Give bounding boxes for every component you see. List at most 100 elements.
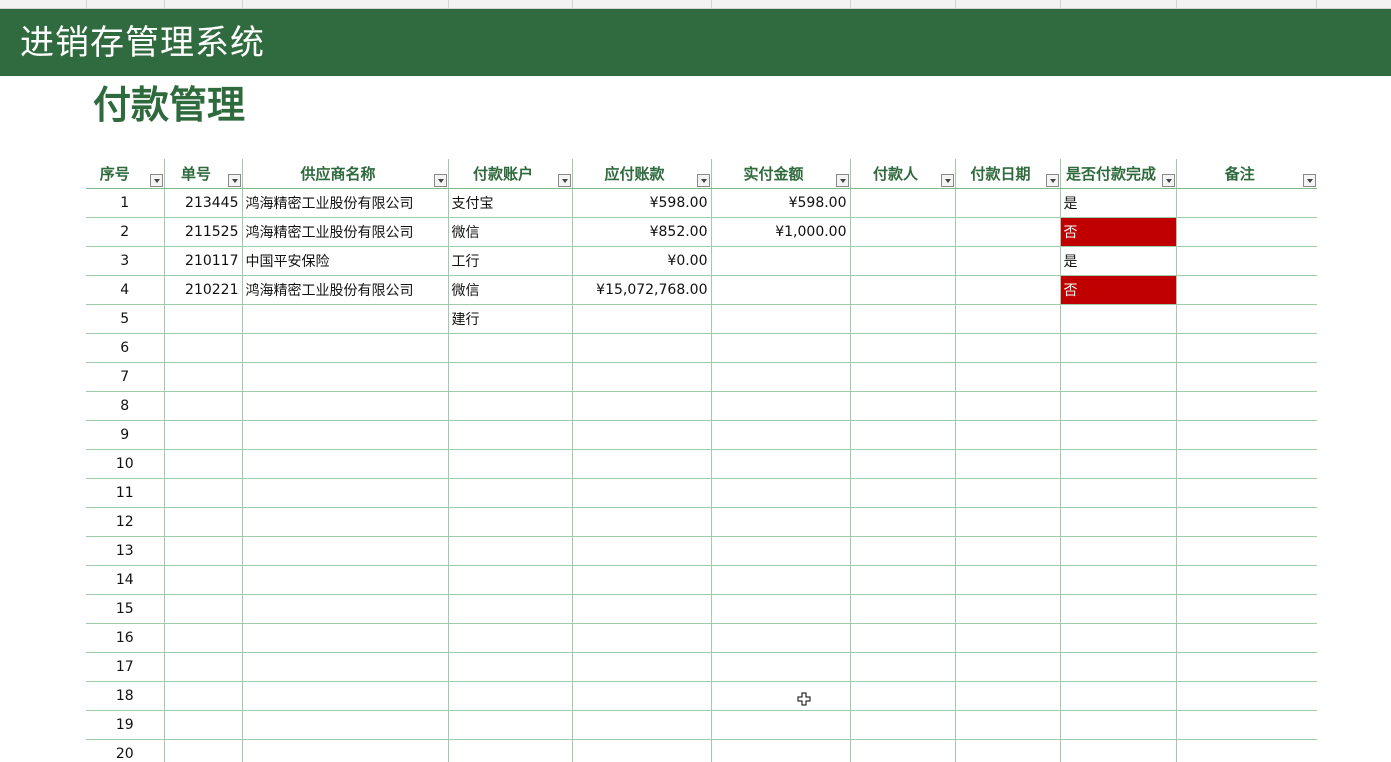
cell-paid[interactable] — [710, 565, 850, 595]
cell-date[interactable] — [954, 333, 1060, 363]
cell-supplier[interactable] — [241, 536, 448, 566]
cell-done[interactable] — [1059, 478, 1176, 508]
cell-paid[interactable] — [710, 652, 850, 682]
cell-payable[interactable] — [571, 362, 711, 392]
cell-paid[interactable]: ¥1,000.00 — [710, 217, 850, 247]
cell-order-no[interactable]: 213445 — [163, 188, 242, 218]
cell-supplier[interactable]: 鸿海精密工业股份有限公司 — [241, 217, 448, 247]
cell-payer[interactable] — [849, 362, 955, 392]
cell-supplier[interactable]: 中国平安保险 — [241, 246, 448, 276]
cell-paid[interactable] — [710, 710, 850, 740]
cell-account[interactable] — [447, 739, 572, 762]
cell-note[interactable] — [1175, 623, 1317, 653]
cell-account[interactable] — [447, 536, 572, 566]
cell-account[interactable]: 微信 — [447, 217, 572, 247]
cell-done[interactable]: 否 — [1059, 275, 1176, 305]
cell-supplier[interactable]: 鸿海精密工业股份有限公司 — [241, 275, 448, 305]
cell-payer[interactable] — [849, 739, 955, 762]
cell-order-no[interactable] — [163, 594, 242, 624]
cell-order-no[interactable] — [163, 478, 242, 508]
cell-supplier[interactable] — [241, 594, 448, 624]
cell-account[interactable] — [447, 478, 572, 508]
cell-seq[interactable]: 9 — [86, 420, 164, 450]
cell-payable[interactable] — [571, 652, 711, 682]
cell-payer[interactable] — [849, 391, 955, 421]
cell-done[interactable] — [1059, 710, 1176, 740]
cell-paid[interactable] — [710, 304, 850, 334]
cell-supplier[interactable] — [241, 333, 448, 363]
cell-payer[interactable] — [849, 188, 955, 218]
cell-payer[interactable] — [849, 304, 955, 334]
cell-done[interactable] — [1059, 362, 1176, 392]
cell-supplier[interactable] — [241, 507, 448, 537]
cell-account[interactable] — [447, 652, 572, 682]
cell-seq[interactable]: 1 — [86, 188, 164, 218]
cell-seq[interactable]: 3 — [86, 246, 164, 276]
cell-paid[interactable] — [710, 623, 850, 653]
cell-seq[interactable]: 17 — [86, 652, 164, 682]
cell-paid[interactable] — [710, 681, 850, 711]
cell-note[interactable] — [1175, 681, 1317, 711]
cell-supplier[interactable] — [241, 623, 448, 653]
chevron-down-icon[interactable] — [835, 174, 849, 187]
cell-supplier[interactable] — [241, 739, 448, 762]
cell-payable[interactable] — [571, 536, 711, 566]
cell-date[interactable] — [954, 449, 1060, 479]
cell-order-no[interactable] — [163, 652, 242, 682]
cell-account[interactable] — [447, 594, 572, 624]
cell-order-no[interactable] — [163, 420, 242, 450]
cell-payer[interactable] — [849, 449, 955, 479]
cell-done[interactable] — [1059, 391, 1176, 421]
cell-paid[interactable] — [710, 333, 850, 363]
column-header-strip[interactable] — [0, 0, 1391, 9]
cell-paid[interactable] — [710, 536, 850, 566]
cell-date[interactable] — [954, 217, 1060, 247]
cell-payer[interactable] — [849, 536, 955, 566]
cell-account[interactable] — [447, 362, 572, 392]
cell-account[interactable]: 支付宝 — [447, 188, 572, 218]
cell-seq[interactable]: 14 — [86, 565, 164, 595]
cell-account[interactable] — [447, 507, 572, 537]
cell-payer[interactable] — [849, 420, 955, 450]
cell-payable[interactable]: ¥598.00 — [571, 188, 711, 218]
cell-supplier[interactable] — [241, 652, 448, 682]
cell-account[interactable] — [447, 333, 572, 363]
cell-seq[interactable]: 12 — [86, 507, 164, 537]
cell-seq[interactable]: 4 — [86, 275, 164, 305]
cell-account[interactable] — [447, 565, 572, 595]
cell-order-no[interactable] — [163, 391, 242, 421]
cell-note[interactable] — [1175, 594, 1317, 624]
cell-note[interactable] — [1175, 304, 1317, 334]
cell-account[interactable]: 建行 — [447, 304, 572, 334]
cell-done[interactable] — [1059, 652, 1176, 682]
cell-supplier[interactable]: 鸿海精密工业股份有限公司 — [241, 188, 448, 218]
cell-payer[interactable] — [849, 565, 955, 595]
cell-supplier[interactable] — [241, 362, 448, 392]
chevron-down-icon[interactable] — [227, 174, 241, 187]
cell-supplier[interactable] — [241, 710, 448, 740]
cell-account[interactable] — [447, 420, 572, 450]
cell-date[interactable] — [954, 362, 1060, 392]
cell-seq[interactable]: 11 — [86, 478, 164, 508]
cell-done[interactable] — [1059, 420, 1176, 450]
cell-note[interactable] — [1175, 246, 1317, 276]
cell-done[interactable]: 是 — [1059, 188, 1176, 218]
cell-payer[interactable] — [849, 507, 955, 537]
cell-paid[interactable] — [710, 478, 850, 508]
cell-done[interactable] — [1059, 681, 1176, 711]
cell-note[interactable] — [1175, 739, 1317, 762]
cell-order-no[interactable] — [163, 565, 242, 595]
cell-seq[interactable]: 19 — [86, 710, 164, 740]
chevron-down-icon[interactable] — [1303, 174, 1316, 187]
cell-supplier[interactable] — [241, 565, 448, 595]
cell-date[interactable] — [954, 536, 1060, 566]
cell-date[interactable] — [954, 710, 1060, 740]
cell-done[interactable] — [1059, 449, 1176, 479]
cell-seq[interactable]: 6 — [86, 333, 164, 363]
cell-done[interactable] — [1059, 594, 1176, 624]
cell-payable[interactable] — [571, 449, 711, 479]
cell-note[interactable] — [1175, 478, 1317, 508]
cell-date[interactable] — [954, 565, 1060, 595]
cell-seq[interactable]: 8 — [86, 391, 164, 421]
cell-done[interactable] — [1059, 304, 1176, 334]
